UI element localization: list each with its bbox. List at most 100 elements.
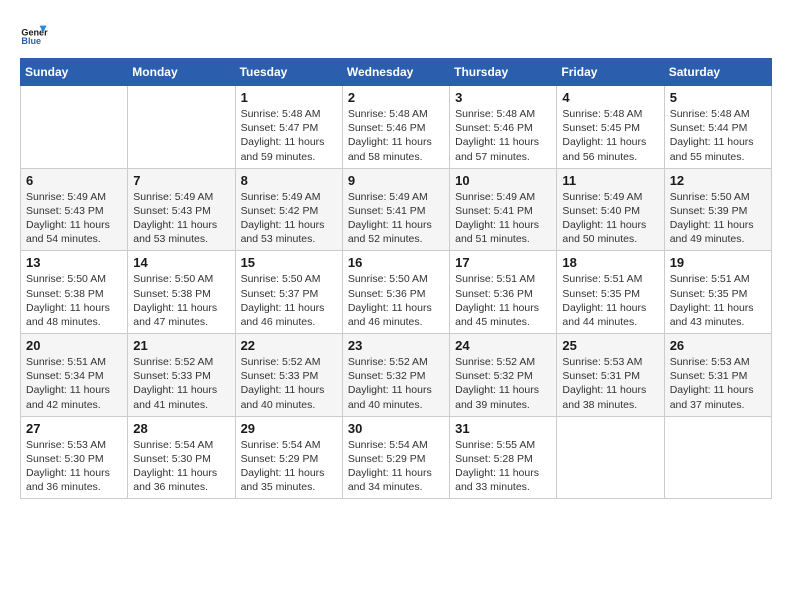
day-info: Sunrise: 5:52 AMSunset: 5:32 PMDaylight:… bbox=[455, 355, 551, 412]
day-number: 24 bbox=[455, 338, 551, 353]
day-number: 16 bbox=[348, 255, 444, 270]
day-number: 4 bbox=[562, 90, 658, 105]
calendar-cell: 2 Sunrise: 5:48 AMSunset: 5:46 PMDaylight… bbox=[342, 86, 449, 169]
logo: General Blue bbox=[20, 20, 52, 48]
weekday-header: Saturday bbox=[664, 59, 771, 86]
calendar-cell: 24 Sunrise: 5:52 AMSunset: 5:32 PMDayligh… bbox=[450, 334, 557, 417]
day-number: 10 bbox=[455, 173, 551, 188]
day-info: Sunrise: 5:50 AMSunset: 5:36 PMDaylight:… bbox=[348, 272, 444, 329]
calendar-cell: 7Sunrise: 5:49 AMSunset: 5:43 PMDaylight… bbox=[128, 168, 235, 251]
day-info: Sunrise: 5:48 AMSunset: 5:46 PMDaylight:… bbox=[455, 107, 551, 164]
day-info: Sunrise: 5:50 AMSunset: 5:38 PMDaylight:… bbox=[133, 272, 229, 329]
day-number: 21 bbox=[133, 338, 229, 353]
calendar-cell: 9 Sunrise: 5:49 AMSunset: 5:41 PMDaylight… bbox=[342, 168, 449, 251]
day-number: 18 bbox=[562, 255, 658, 270]
calendar-cell: 26 Sunrise: 5:53 AMSunset: 5:31 PMDayligh… bbox=[664, 334, 771, 417]
page-header: General Blue bbox=[20, 20, 772, 48]
calendar-cell: 5Sunrise: 5:48 AMSunset: 5:44 PMDaylight… bbox=[664, 86, 771, 169]
calendar-cell: 20Sunrise: 5:51 AMSunset: 5:34 PMDayligh… bbox=[21, 334, 128, 417]
calendar-cell: 10 Sunrise: 5:49 AMSunset: 5:41 PMDayligh… bbox=[450, 168, 557, 251]
day-number: 25 bbox=[562, 338, 658, 353]
calendar-cell: 31 Sunrise: 5:55 AMSunset: 5:28 PMDayligh… bbox=[450, 416, 557, 499]
day-number: 6 bbox=[26, 173, 122, 188]
day-number: 31 bbox=[455, 421, 551, 436]
calendar-cell: 4 Sunrise: 5:48 AMSunset: 5:45 PMDaylight… bbox=[557, 86, 664, 169]
day-info: Sunrise: 5:49 AMSunset: 5:41 PMDaylight:… bbox=[348, 190, 444, 247]
day-info: Sunrise: 5:51 AMSunset: 5:35 PMDaylight:… bbox=[670, 272, 766, 329]
day-info: Sunrise: 5:52 AMSunset: 5:33 PMDaylight:… bbox=[241, 355, 337, 412]
day-info: Sunrise: 5:54 AMSunset: 5:29 PMDaylight:… bbox=[241, 438, 337, 495]
day-info: Sunrise: 5:49 AMSunset: 5:42 PMDaylight:… bbox=[241, 190, 337, 247]
calendar-cell: 28 Sunrise: 5:54 AMSunset: 5:30 PMDayligh… bbox=[128, 416, 235, 499]
day-info: Sunrise: 5:53 AMSunset: 5:30 PMDaylight:… bbox=[26, 438, 122, 495]
weekday-header: Monday bbox=[128, 59, 235, 86]
weekday-header: Thursday bbox=[450, 59, 557, 86]
day-info: Sunrise: 5:51 AMSunset: 5:34 PMDaylight:… bbox=[26, 355, 122, 412]
day-info: Sunrise: 5:48 AMSunset: 5:44 PMDaylight:… bbox=[670, 107, 766, 164]
day-number: 14 bbox=[133, 255, 229, 270]
weekday-header: Sunday bbox=[21, 59, 128, 86]
calendar-cell: 22 Sunrise: 5:52 AMSunset: 5:33 PMDayligh… bbox=[235, 334, 342, 417]
calendar-week-row: 20Sunrise: 5:51 AMSunset: 5:34 PMDayligh… bbox=[21, 334, 772, 417]
day-number: 23 bbox=[348, 338, 444, 353]
calendar-cell bbox=[21, 86, 128, 169]
day-number: 9 bbox=[348, 173, 444, 188]
calendar-cell bbox=[557, 416, 664, 499]
day-info: Sunrise: 5:55 AMSunset: 5:28 PMDaylight:… bbox=[455, 438, 551, 495]
day-number: 27 bbox=[26, 421, 122, 436]
weekday-header: Wednesday bbox=[342, 59, 449, 86]
day-info: Sunrise: 5:52 AMSunset: 5:32 PMDaylight:… bbox=[348, 355, 444, 412]
day-info: Sunrise: 5:54 AMSunset: 5:29 PMDaylight:… bbox=[348, 438, 444, 495]
calendar-week-row: 27 Sunrise: 5:53 AMSunset: 5:30 PMDayligh… bbox=[21, 416, 772, 499]
calendar-cell: 23 Sunrise: 5:52 AMSunset: 5:32 PMDayligh… bbox=[342, 334, 449, 417]
day-number: 26 bbox=[670, 338, 766, 353]
day-number: 1 bbox=[241, 90, 337, 105]
calendar-cell: 19Sunrise: 5:51 AMSunset: 5:35 PMDayligh… bbox=[664, 251, 771, 334]
calendar-cell: 25 Sunrise: 5:53 AMSunset: 5:31 PMDayligh… bbox=[557, 334, 664, 417]
calendar-cell: 8 Sunrise: 5:49 AMSunset: 5:42 PMDaylight… bbox=[235, 168, 342, 251]
calendar-cell: 27 Sunrise: 5:53 AMSunset: 5:30 PMDayligh… bbox=[21, 416, 128, 499]
day-info: Sunrise: 5:50 AMSunset: 5:38 PMDaylight:… bbox=[26, 272, 122, 329]
day-number: 22 bbox=[241, 338, 337, 353]
calendar-week-row: 6Sunrise: 5:49 AMSunset: 5:43 PMDaylight… bbox=[21, 168, 772, 251]
calendar-cell: 13Sunrise: 5:50 AMSunset: 5:38 PMDayligh… bbox=[21, 251, 128, 334]
day-info: Sunrise: 5:49 AMSunset: 5:40 PMDaylight:… bbox=[562, 190, 658, 247]
day-info: Sunrise: 5:50 AMSunset: 5:37 PMDaylight:… bbox=[241, 272, 337, 329]
calendar-cell: 18Sunrise: 5:51 AMSunset: 5:35 PMDayligh… bbox=[557, 251, 664, 334]
day-number: 17 bbox=[455, 255, 551, 270]
weekday-header: Friday bbox=[557, 59, 664, 86]
day-number: 15 bbox=[241, 255, 337, 270]
weekday-header: Tuesday bbox=[235, 59, 342, 86]
day-info: Sunrise: 5:50 AMSunset: 5:39 PMDaylight:… bbox=[670, 190, 766, 247]
calendar-header-row: SundayMondayTuesdayWednesdayThursdayFrid… bbox=[21, 59, 772, 86]
day-info: Sunrise: 5:53 AMSunset: 5:31 PMDaylight:… bbox=[670, 355, 766, 412]
day-info: Sunrise: 5:49 AMSunset: 5:41 PMDaylight:… bbox=[455, 190, 551, 247]
day-info: Sunrise: 5:53 AMSunset: 5:31 PMDaylight:… bbox=[562, 355, 658, 412]
calendar-cell: 1Sunrise: 5:48 AMSunset: 5:47 PMDaylight… bbox=[235, 86, 342, 169]
day-number: 29 bbox=[241, 421, 337, 436]
day-number: 2 bbox=[348, 90, 444, 105]
day-number: 11 bbox=[562, 173, 658, 188]
calendar-cell: 30 Sunrise: 5:54 AMSunset: 5:29 PMDayligh… bbox=[342, 416, 449, 499]
calendar-cell bbox=[664, 416, 771, 499]
day-info: Sunrise: 5:52 AMSunset: 5:33 PMDaylight:… bbox=[133, 355, 229, 412]
calendar-cell: 11 Sunrise: 5:49 AMSunset: 5:40 PMDayligh… bbox=[557, 168, 664, 251]
calendar-cell: 3Sunrise: 5:48 AMSunset: 5:46 PMDaylight… bbox=[450, 86, 557, 169]
day-info: Sunrise: 5:54 AMSunset: 5:30 PMDaylight:… bbox=[133, 438, 229, 495]
calendar-cell: 14 Sunrise: 5:50 AMSunset: 5:38 PMDayligh… bbox=[128, 251, 235, 334]
calendar-cell bbox=[128, 86, 235, 169]
day-number: 28 bbox=[133, 421, 229, 436]
calendar-week-row: 1Sunrise: 5:48 AMSunset: 5:47 PMDaylight… bbox=[21, 86, 772, 169]
calendar-cell: 6Sunrise: 5:49 AMSunset: 5:43 PMDaylight… bbox=[21, 168, 128, 251]
day-number: 7 bbox=[133, 173, 229, 188]
day-number: 8 bbox=[241, 173, 337, 188]
calendar-cell: 29 Sunrise: 5:54 AMSunset: 5:29 PMDayligh… bbox=[235, 416, 342, 499]
day-number: 30 bbox=[348, 421, 444, 436]
day-info: Sunrise: 5:51 AMSunset: 5:36 PMDaylight:… bbox=[455, 272, 551, 329]
calendar-table: SundayMondayTuesdayWednesdayThursdayFrid… bbox=[20, 58, 772, 499]
logo-icon: General Blue bbox=[20, 20, 48, 48]
calendar-week-row: 13Sunrise: 5:50 AMSunset: 5:38 PMDayligh… bbox=[21, 251, 772, 334]
day-info: Sunrise: 5:48 AMSunset: 5:46 PMDaylight:… bbox=[348, 107, 444, 164]
svg-text:Blue: Blue bbox=[21, 36, 41, 46]
day-info: Sunrise: 5:48 AMSunset: 5:45 PMDaylight:… bbox=[562, 107, 658, 164]
